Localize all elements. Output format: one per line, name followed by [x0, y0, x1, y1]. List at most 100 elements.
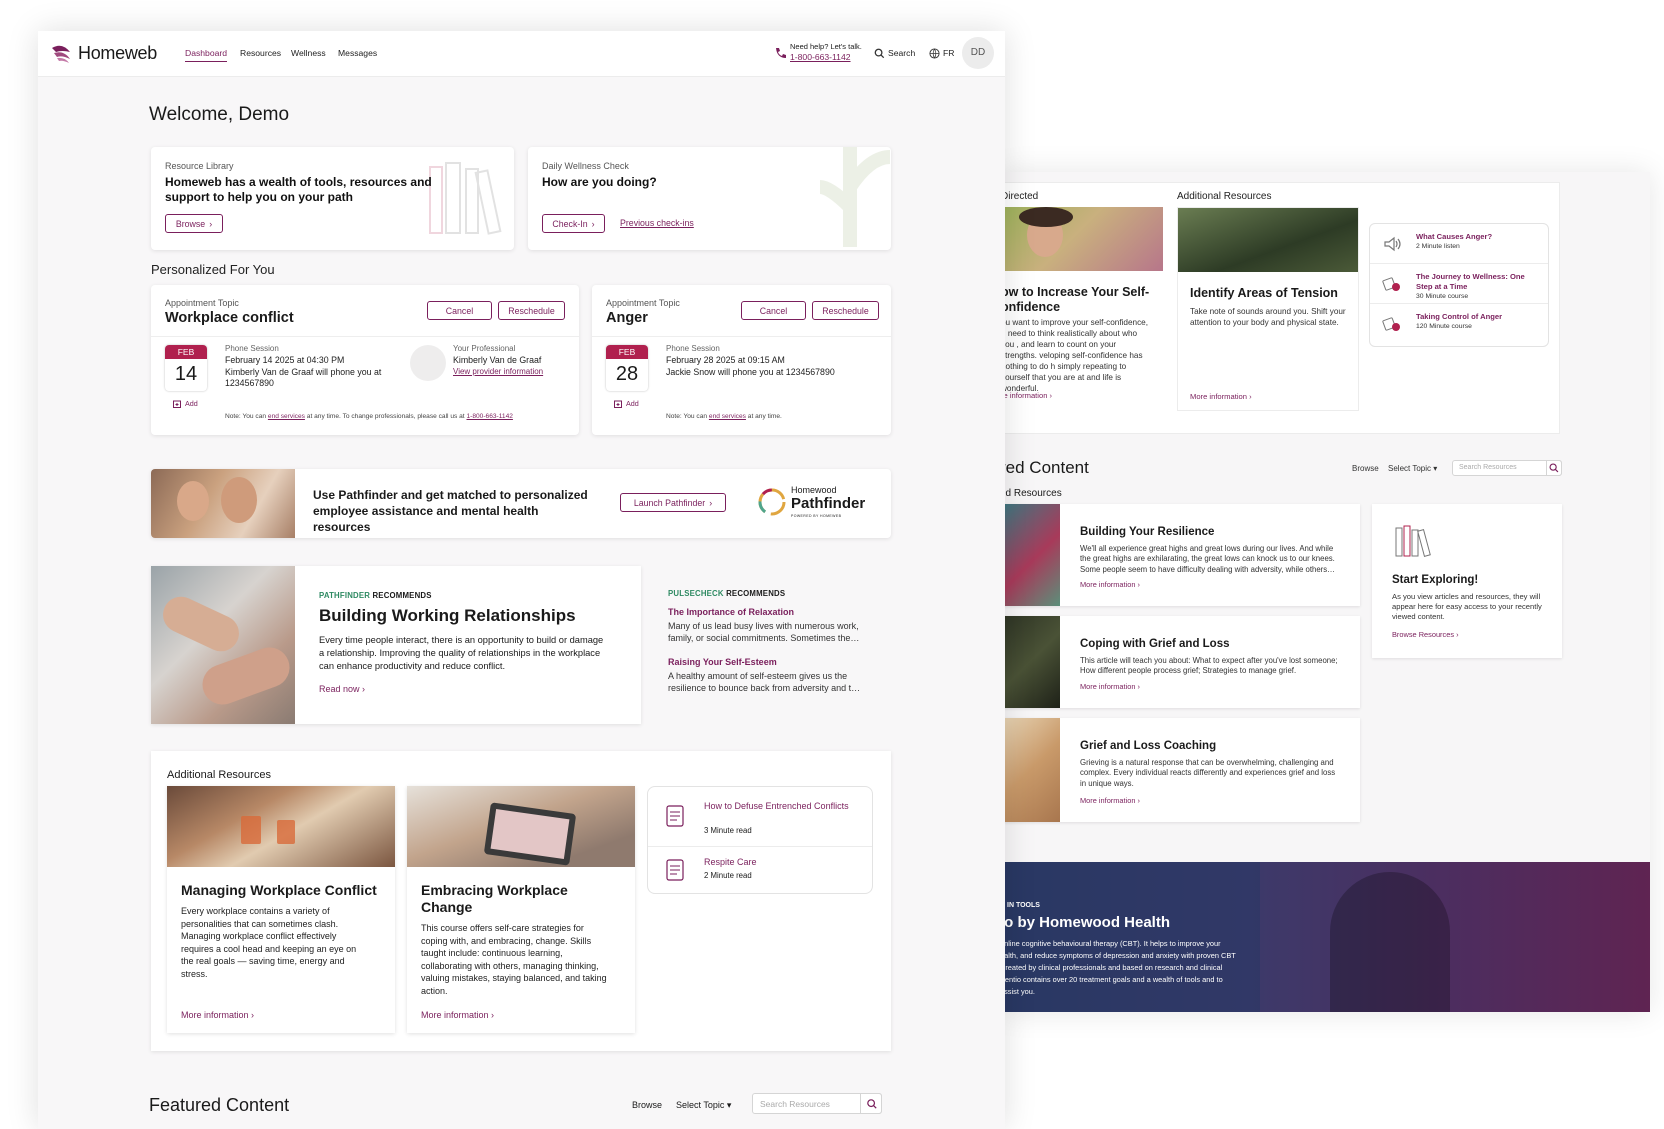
more-information-link[interactable]: More information ›	[181, 1010, 254, 1020]
reschedule-button[interactable]: Reschedule	[812, 301, 879, 320]
list-item-title: The Journey to Wellness: One Step at a T…	[1416, 272, 1525, 291]
search-icon[interactable]	[1546, 460, 1562, 476]
homeweb-logo[interactable]: Homeweb	[50, 43, 157, 64]
nav-dashboard[interactable]: Dashboard	[185, 48, 228, 62]
dashboard-window: Homeweb Dashboard Resources Wellness Mes…	[38, 31, 1005, 1129]
pulsecheck-item-text: Many of us lead busy lives with numerous…	[668, 621, 860, 643]
nav-wellness[interactable]: Wellness	[291, 48, 326, 58]
avatar[interactable]: DD	[962, 37, 994, 69]
list-item[interactable]: The Journey to Wellness: One Step at a T…	[1370, 264, 1548, 304]
language-toggle[interactable]: FR	[943, 48, 954, 58]
list-item-meta: 30 Minute course	[1416, 293, 1469, 300]
phone-icon	[776, 48, 786, 58]
help-phone-link[interactable]: 1-800-663-1142	[790, 52, 862, 62]
launch-pathfinder-button[interactable]: Launch Pathfinder ›	[620, 493, 726, 512]
speaker-icon	[1384, 236, 1401, 252]
end-services-link[interactable]: end services	[709, 413, 746, 420]
add-to-calendar-button[interactable]: Add	[173, 399, 198, 408]
recommendation-text: Every time people interact, there is an …	[319, 635, 604, 671]
row-link[interactable]: More information ›	[1080, 580, 1140, 589]
session-type: Phone Session	[666, 344, 720, 353]
end-services-link[interactable]: end services	[268, 413, 305, 420]
cancel-button[interactable]: Cancel	[427, 301, 492, 320]
search-button[interactable]: Search	[888, 48, 915, 58]
resource-card[interactable]: Managing Workplace Conflict Every workpl…	[167, 786, 395, 1033]
back-card1-link[interactable]: re information ›	[1001, 391, 1052, 400]
resource-card-text: Every workplace contains a variety of pe…	[181, 906, 357, 979]
list-item-meta: 2 Minute read	[704, 871, 752, 880]
add-to-calendar-button[interactable]: Add	[614, 399, 639, 408]
pathfinder-text: Use Pathfinder and get matched to person…	[313, 488, 588, 534]
note-phone-link[interactable]: 1-800-663-1142	[466, 413, 512, 420]
reschedule-button[interactable]: Reschedule	[498, 301, 565, 320]
search-icon[interactable]	[860, 1093, 882, 1114]
nav-messages[interactable]: Messages	[338, 48, 377, 58]
session-time: February 14 2025 at 04:30 PM	[225, 355, 345, 365]
row-link[interactable]: More information ›	[1080, 682, 1140, 691]
resource-card[interactable]: Embracing Workplace Change This course o…	[407, 786, 635, 1033]
list-item[interactable]: Respite Care 2 Minute read	[648, 847, 872, 893]
nav-resources[interactable]: Resources	[240, 48, 281, 58]
recommendation-title[interactable]: Building Working Relationships	[319, 606, 576, 626]
back-featured-row[interactable]: Grief and Loss Coaching Grieving is a na…	[1000, 718, 1360, 822]
pulsecheck-item-title[interactable]: Raising Your Self-Esteem	[668, 657, 777, 667]
row-link[interactable]: More information ›	[1080, 796, 1140, 805]
date-badge: FEB 14	[165, 345, 207, 391]
previous-checkins-link[interactable]: Previous check-ins	[620, 218, 694, 228]
holding-hands-image	[1000, 718, 1060, 822]
read-now-link[interactable]: Read now ›	[319, 684, 365, 694]
list-item[interactable]: What Causes Anger? 2 Minute listen	[1370, 224, 1548, 264]
hands-image	[1000, 616, 1060, 708]
tablet-image	[407, 786, 635, 867]
resource-card-text: This course offers self-care strategies …	[421, 923, 607, 996]
wellness-check-title: How are you doing?	[542, 175, 657, 189]
help-contact: Need help? Let's talk. 1-800-663-1142	[790, 42, 862, 62]
smiling-woman-image	[1001, 207, 1163, 271]
pulsecheck-recommends-label: PULSECHECK RECOMMENDS	[668, 589, 786, 598]
sentio-banner: D IN TOOLS io by Homewood Health online …	[1000, 862, 1650, 1012]
resource-list: How to Defuse Entrenched Conflicts 3 Min…	[647, 786, 873, 894]
knit-image	[1000, 504, 1060, 606]
resource-library-title: Homeweb has a wealth of tools, resources…	[165, 175, 432, 204]
banner-title: io by Homewood Health	[1000, 914, 1171, 931]
back-card1-text: ou want to improve your self-confidence,…	[1001, 318, 1148, 393]
banner-text: online cognitive behavioural therapy (CB…	[1000, 939, 1236, 996]
logo-sub-text: POWERED BY HOMEWEB	[791, 514, 842, 518]
topic-select[interactable]: Select Topic ▾	[676, 1100, 731, 1111]
help-label: Need help? Let's talk.	[790, 42, 862, 51]
search-input[interactable]: Search Resources	[752, 1093, 882, 1114]
back-card2-title: Identify Areas of Tension	[1190, 286, 1338, 300]
more-information-link[interactable]: More information ›	[421, 1010, 494, 1020]
list-item-meta: 3 Minute read	[704, 826, 752, 835]
back-featured-heading: red Content	[1000, 458, 1089, 477]
list-item[interactable]: Taking Control of Anger 120 Minute course	[1370, 304, 1548, 344]
view-provider-link[interactable]: View provider information	[453, 367, 543, 376]
chevron-right-icon: ›	[591, 218, 595, 229]
cancel-button[interactable]: Cancel	[741, 301, 806, 320]
brand-name: Homeweb	[78, 43, 157, 63]
woman-portrait-image	[1330, 872, 1450, 1012]
back-search-input[interactable]: Search Resources	[1452, 460, 1562, 476]
back-featured-row[interactable]: Building Your Resilience We'll all exper…	[1000, 504, 1360, 606]
back-topic-select[interactable]: Select Topic ▾	[1388, 464, 1437, 473]
row-text: We'll all experience great highs and gre…	[1080, 544, 1335, 574]
browse-resources-link[interactable]: Browse Resources ›	[1392, 630, 1459, 639]
back-featured-row[interactable]: Coping with Grief and Loss This article …	[1000, 616, 1360, 708]
back-card2[interactable]: Identify Areas of Tension Take note of s…	[1177, 207, 1359, 411]
list-item-title: Taking Control of Anger	[1416, 312, 1503, 321]
session-type: Phone Session	[225, 344, 279, 353]
document-icon	[666, 805, 684, 827]
list-item[interactable]: How to Defuse Entrenched Conflicts 3 Min…	[648, 787, 872, 847]
chevron-right-icon: ›	[709, 497, 713, 508]
meeting-table-image	[167, 786, 395, 867]
browse-button[interactable]: Browse ›	[165, 214, 223, 233]
back-card2-link[interactable]: More information ›	[1190, 392, 1252, 401]
resource-card-title: Managing Workplace Conflict	[181, 882, 377, 898]
check-in-button[interactable]: Check-In ›	[542, 214, 605, 233]
back-card1-title[interactable]: ow to Increase Your Self- onfidence	[1001, 285, 1149, 315]
date-day: 28	[615, 363, 639, 385]
books-icon	[1395, 525, 1431, 557]
back-browse-label: Browse	[1352, 464, 1379, 473]
calendar-add-icon	[614, 400, 622, 408]
pulsecheck-item-title[interactable]: The Importance of Relaxation	[668, 607, 794, 617]
